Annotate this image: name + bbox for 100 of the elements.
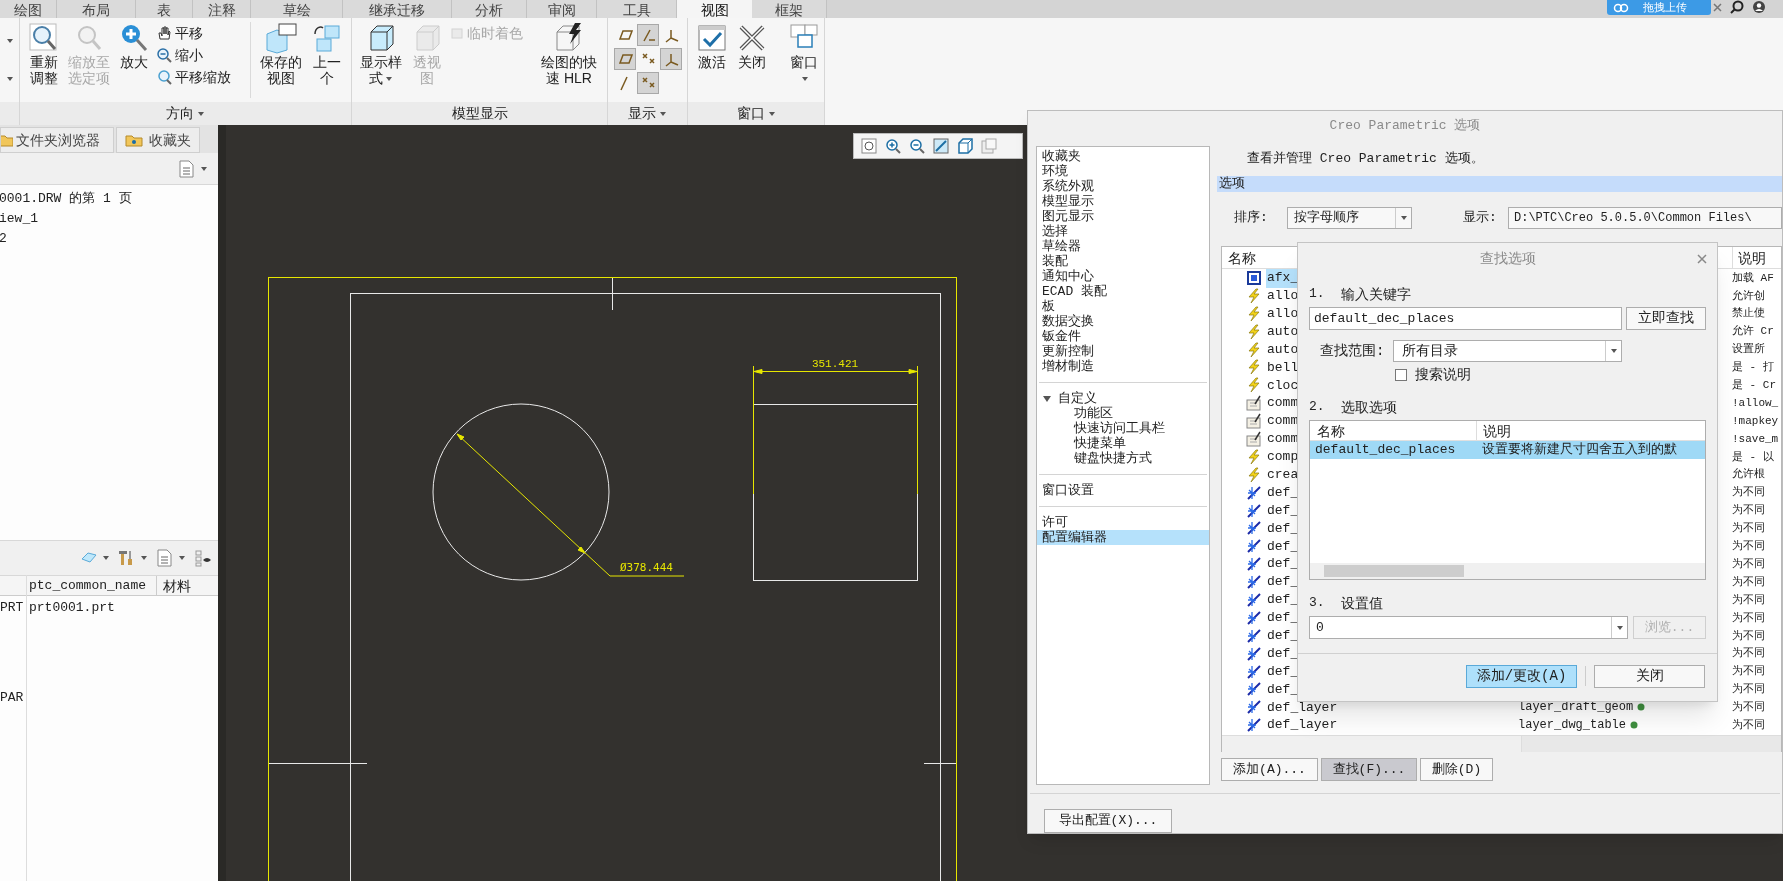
tree-hide-icon[interactable]	[194, 549, 212, 567]
option-name[interactable]: def_	[1266, 536, 1300, 557]
keyword-field[interactable]: default_dec_places	[1309, 307, 1622, 330]
ribbon-tab[interactable]: 审阅	[527, 0, 597, 18]
ribbon-tab[interactable]: 注释	[193, 0, 251, 18]
nav-item[interactable]: 增材制造	[1037, 359, 1209, 374]
option-name[interactable]: def_	[1266, 518, 1300, 539]
column-header[interactable]: 材料	[157, 576, 218, 595]
export-button[interactable]: 导出配置(X)...	[1044, 809, 1172, 833]
nav-item[interactable]: 钣金件	[1037, 329, 1209, 344]
ribbon-button[interactable]: 显示样式	[358, 22, 404, 86]
search-icon[interactable]	[1730, 0, 1744, 14]
option-name[interactable]: def_	[1266, 554, 1300, 574]
zoom-out-icon[interactable]	[908, 137, 926, 155]
option-name[interactable]: cloc	[1266, 375, 1300, 396]
panel-tab[interactable]: 收藏夹	[116, 127, 200, 153]
nav-subitem[interactable]: 功能区	[1037, 406, 1209, 421]
search-description-checkbox[interactable]: 搜索说明	[1395, 364, 1471, 386]
ribbon-button[interactable]: 绘图的快速 HLR	[537, 22, 601, 86]
search-button[interactable]: 立即查找	[1626, 307, 1706, 330]
ribbon-button[interactable]: 窗口	[786, 22, 822, 86]
option-name[interactable]: allo	[1266, 304, 1300, 324]
nav-item[interactable]: ECAD 装配	[1037, 284, 1209, 299]
ribbon-button[interactable]: 激活	[694, 22, 730, 70]
close-icon[interactable]	[1697, 254, 1707, 264]
option-name[interactable]: def_	[1266, 679, 1300, 700]
dialog-button[interactable]: 关闭	[1594, 664, 1705, 688]
column-header[interactable]: 说明	[1477, 421, 1705, 440]
option-name[interactable]: def_	[1266, 608, 1300, 628]
ribbon-tab[interactable]: 表	[136, 0, 193, 18]
zoom-fit-icon[interactable]	[860, 137, 878, 155]
nav-item[interactable]: 装配	[1037, 254, 1209, 269]
path-field[interactable]: D:\PTC\Creo 5.0.5.0\Common Files\	[1508, 207, 1782, 229]
dialog-button[interactable]: 添加(A)...	[1221, 758, 1318, 781]
nav-item[interactable]: 通知中心	[1037, 269, 1209, 284]
nav-item[interactable]: 收藏夹	[1037, 149, 1209, 164]
ribbon-tab[interactable]: 绘图	[0, 0, 57, 18]
ribbon-button[interactable]: 关闭	[734, 22, 770, 70]
tree-item[interactable]: 2	[0, 229, 218, 249]
option-name[interactable]: def_	[1266, 643, 1300, 664]
option-name[interactable]: def_	[1266, 661, 1300, 682]
nav-item[interactable]: 数据交换	[1037, 314, 1209, 329]
nav-subitem[interactable]: 快捷菜单	[1037, 436, 1209, 451]
panel-tab[interactable]: 文件夹浏览器	[0, 127, 114, 153]
nav-item[interactable]: 系统外观	[1037, 179, 1209, 194]
ribbon-button[interactable]: 上一个	[309, 22, 345, 86]
dialog-button[interactable]: 查找(F)...	[1321, 758, 1417, 781]
option-name[interactable]: afx_	[1266, 269, 1300, 288]
result-row[interactable]: default_dec_places 设置要将新建尺寸四舍五入到的默	[1310, 441, 1705, 459]
option-name[interactable]: comp	[1266, 447, 1300, 467]
option-name[interactable]: def_	[1266, 626, 1300, 646]
dialog-button[interactable]: 添加/更改(A)	[1466, 664, 1577, 688]
ribbon-button[interactable]: 平移缩放	[156, 66, 245, 88]
option-name[interactable]: crea	[1266, 465, 1300, 485]
column-header[interactable]: 名称	[1310, 421, 1477, 440]
option-name[interactable]: def_	[1266, 572, 1300, 592]
ribbon-button[interactable]: 放大	[116, 22, 152, 70]
nav-item[interactable]: 窗口设置	[1037, 483, 1209, 498]
dialog-button[interactable]: 删除(D)	[1420, 758, 1493, 781]
option-name[interactable]: allo	[1266, 286, 1300, 306]
nav-item[interactable]: 草绘器	[1037, 239, 1209, 254]
display-toggle[interactable]	[637, 24, 659, 46]
option-name[interactable]: auto	[1266, 339, 1300, 360]
ribbon-tab[interactable]: 视图	[677, 0, 752, 18]
sort-dropdown[interactable]: 按字母顺序	[1287, 207, 1412, 229]
nav-item[interactable]: 板	[1037, 299, 1209, 314]
display-toggle[interactable]	[637, 72, 659, 94]
tree-item[interactable]: iew_1	[0, 209, 218, 229]
scrollbar[interactable]	[1310, 563, 1705, 579]
display-toggle[interactable]	[660, 48, 682, 70]
nav-item[interactable]: 图元显示	[1037, 209, 1209, 224]
column-header[interactable]: 说明	[1733, 247, 1781, 268]
option-name[interactable]: def_layer	[1266, 715, 1339, 735]
ribbon-tab[interactable]: 草绘	[251, 0, 343, 18]
user-icon[interactable]	[1752, 0, 1766, 14]
scrollbar[interactable]	[1222, 736, 1522, 752]
nav-item[interactable]: 配置编辑器	[1037, 530, 1209, 545]
nav-subitem[interactable]: 键盘快捷方式	[1037, 451, 1209, 466]
close-icon[interactable]	[1713, 2, 1722, 12]
scrollbar[interactable]	[1522, 736, 1781, 752]
ribbon-button[interactable]: 保存的视图	[257, 22, 305, 86]
repaint-icon[interactable]	[932, 137, 950, 155]
option-name[interactable]: auto	[1266, 321, 1300, 342]
cube-icon[interactable]	[956, 137, 974, 155]
nav-subitem[interactable]: 快速访问工具栏	[1037, 421, 1209, 436]
toolbar-button[interactable]	[156, 549, 186, 567]
nav-item[interactable]: 更新控制	[1037, 344, 1209, 359]
ribbon-tab[interactable]: 分析	[452, 0, 527, 18]
scope-dropdown[interactable]: 所有目录	[1393, 340, 1622, 362]
value-combobox[interactable]: 0	[1309, 616, 1628, 639]
nav-item[interactable]: 选择	[1037, 224, 1209, 239]
option-name[interactable]: bell	[1266, 357, 1300, 378]
display-toggle[interactable]	[614, 48, 636, 70]
option-name[interactable]: def_	[1266, 482, 1300, 503]
option-name[interactable]: def_	[1266, 500, 1300, 521]
ribbon-tab[interactable]: 继承迁移	[343, 0, 452, 18]
zoom-in-icon[interactable]	[884, 137, 902, 155]
option-name[interactable]: def_	[1266, 590, 1300, 610]
show-menu-button[interactable]	[178, 159, 208, 178]
ribbon-tab[interactable]: 框架	[752, 0, 827, 18]
